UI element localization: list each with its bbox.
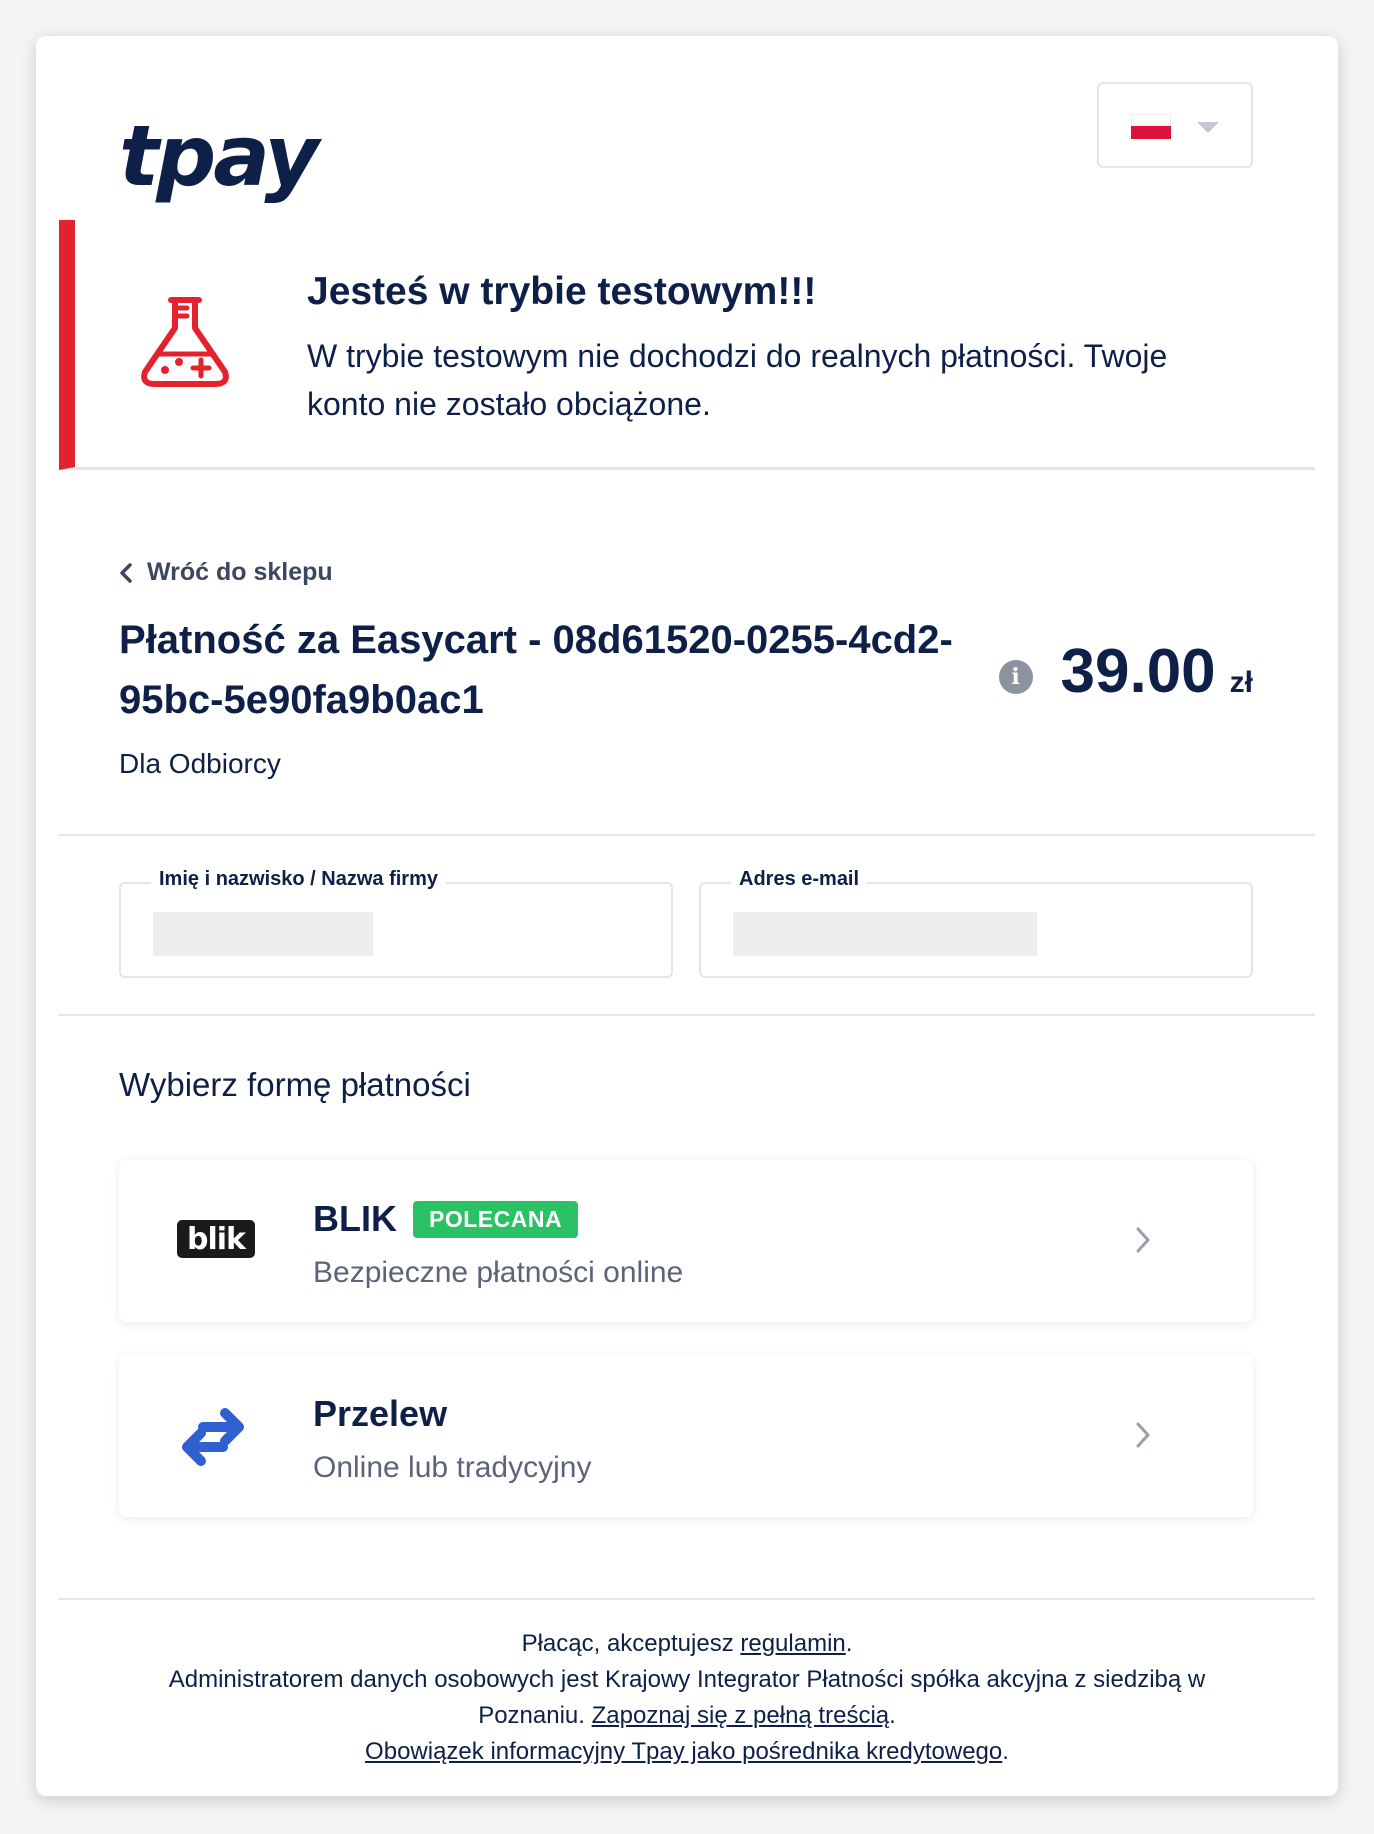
method-name: Przelew: [313, 1393, 447, 1435]
transfer-arrows-icon: [182, 1408, 244, 1466]
credit-info-link[interactable]: Obowiązek informacyjny Tpay jako pośredn…: [365, 1738, 1002, 1765]
chevron-right-icon: [1136, 1227, 1150, 1253]
footer-info-line: Obowiązek informacyjny Tpay jako pośredn…: [365, 1738, 1009, 1765]
name-input[interactable]: [153, 912, 373, 956]
back-label: Wróć do sklepu: [147, 558, 333, 586]
method-description: Online lub tradycyjny: [313, 1451, 592, 1484]
recommended-badge: POLECANA: [413, 1200, 579, 1238]
order-amount: i 39.00 zł: [998, 636, 1253, 707]
footer: Płacąc, akceptujesz regulamin. Administr…: [59, 1626, 1315, 1770]
banner-title: Jesteś w trybie testowym!!!: [307, 270, 817, 313]
payment-section-title: Wybierz formę płatności: [119, 1066, 471, 1103]
divider: [59, 834, 1315, 836]
divider: [59, 1598, 1315, 1600]
privacy-link[interactable]: Zapoznaj się z pełną treścią: [592, 1702, 890, 1729]
payment-card: tpay Jesteś w trybie testowym!!! W trybi…: [36, 36, 1338, 1796]
currency-label: zł: [1229, 666, 1253, 699]
divider: [59, 1014, 1315, 1016]
blik-logo-icon: blik: [177, 1220, 255, 1258]
payment-method-transfer[interactable]: Przelew Online lub tradycyjny: [119, 1355, 1253, 1517]
name-field[interactable]: Imię i nazwisko / Nazwa firmy: [119, 868, 673, 978]
terms-link[interactable]: regulamin: [740, 1630, 845, 1657]
chevron-right-icon: [1136, 1422, 1150, 1448]
method-name-text: BLIK: [313, 1198, 397, 1239]
method-description: Bezpieczne płatności online: [313, 1256, 684, 1289]
info-icon[interactable]: i: [998, 660, 1033, 694]
footer-privacy-line: Administratorem danych osobowych jest Kr…: [168, 1666, 1206, 1729]
recipient-label: Dla Odbiorcy: [119, 748, 281, 779]
banner-text: W trybie testowym nie dochodzi do realny…: [307, 338, 1168, 422]
email-field-label: Adres e-mail: [731, 868, 868, 891]
poland-flag-icon: [1131, 114, 1171, 139]
language-selector[interactable]: [1097, 82, 1253, 168]
chevron-left-icon: [120, 562, 132, 583]
test-mode-banner: Jesteś w trybie testowym!!! W trybie tes…: [59, 220, 1315, 470]
card-content: tpay Jesteś w trybie testowym!!! W trybi…: [59, 36, 1315, 1796]
payment-method-blik[interactable]: blik BLIK POLECANA Bezpieczne płatności …: [119, 1160, 1253, 1322]
name-field-label: Imię i nazwisko / Nazwa firmy: [151, 868, 446, 891]
chevron-down-icon: [1197, 122, 1219, 133]
flask-icon: [141, 297, 229, 387]
email-field[interactable]: Adres e-mail: [699, 868, 1253, 978]
back-to-shop-link[interactable]: Wróć do sklepu: [119, 558, 333, 587]
method-name-text: Przelew: [313, 1393, 448, 1434]
price-value: 39.00: [1060, 637, 1216, 706]
method-name: BLIK POLECANA: [313, 1198, 579, 1240]
tpay-logo[interactable]: tpay: [119, 114, 319, 198]
order-title: Płatność za Easycart - 08d61520-0255-4cd…: [119, 618, 953, 722]
email-input[interactable]: [733, 912, 1037, 956]
footer-terms-line: Płacąc, akceptujesz regulamin.: [521, 1630, 853, 1657]
